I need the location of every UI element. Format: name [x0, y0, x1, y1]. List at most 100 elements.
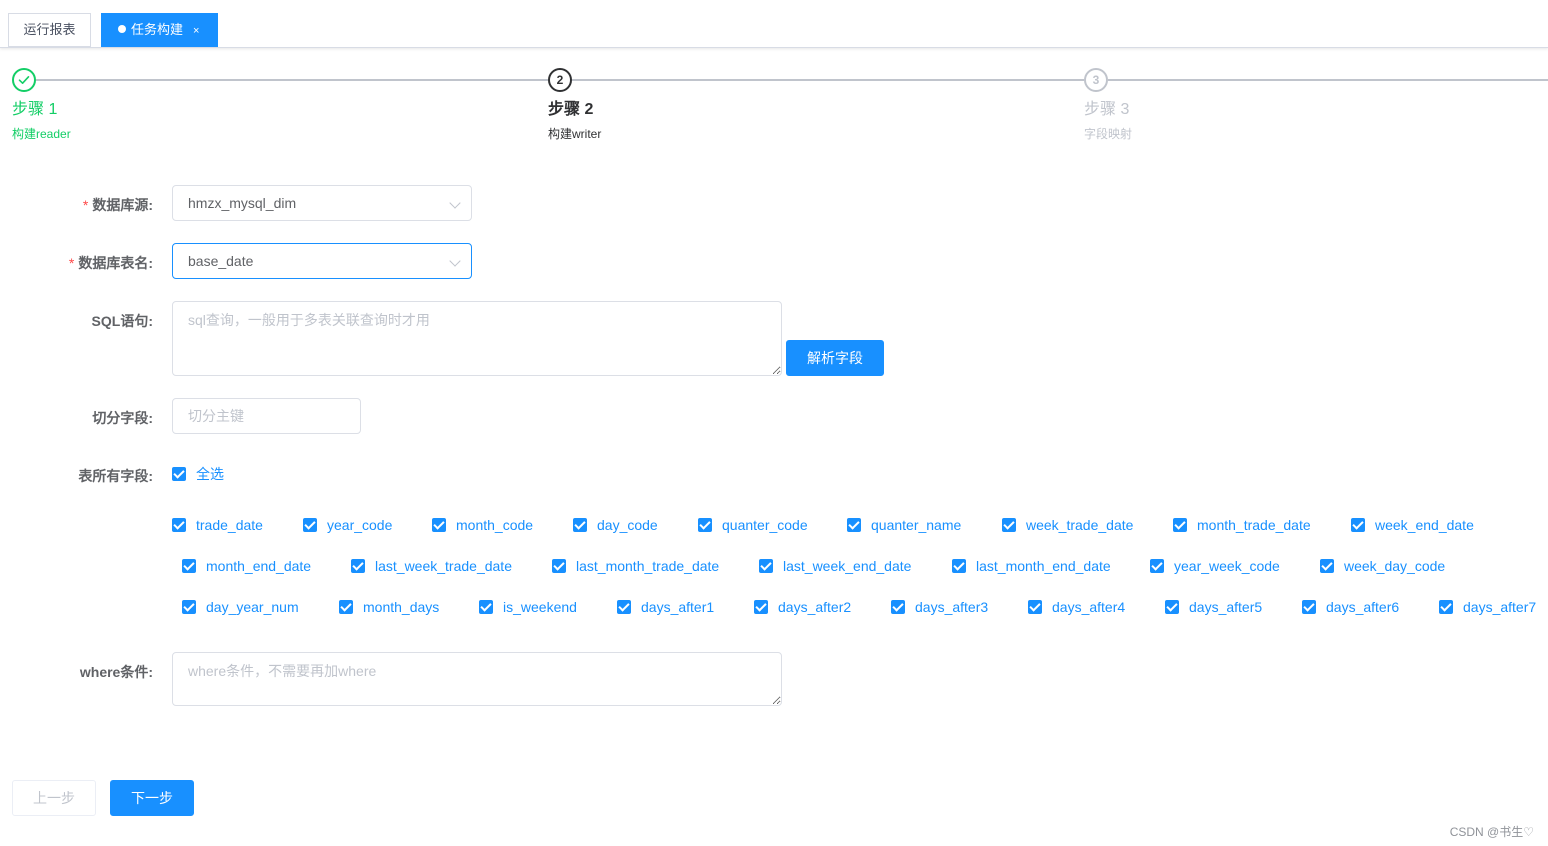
- column-checkbox[interactable]: days_after6: [1302, 599, 1399, 615]
- checkbox-checked-icon: [432, 518, 446, 532]
- parse-fields-button[interactable]: 解析字段: [786, 340, 884, 376]
- table-label: * 数据库表名:: [68, 255, 153, 271]
- checkbox-checked-icon: [1028, 600, 1042, 614]
- checkbox-checked-icon: [182, 600, 196, 614]
- checkbox-label: 全选: [196, 466, 224, 482]
- table-value: base_date: [188, 253, 254, 269]
- checkbox-checked-icon: [1439, 600, 1453, 614]
- column-checkbox[interactable]: day_year_num: [182, 599, 299, 615]
- step-connector: [36, 79, 548, 81]
- checkbox-label: days_after6: [1326, 599, 1400, 615]
- checkbox-label: is_weekend: [503, 599, 577, 615]
- checkbox-checked-icon: [573, 518, 587, 532]
- checkbox-label: trade_date: [196, 517, 263, 533]
- column-checkbox[interactable]: last_week_trade_date: [351, 558, 512, 574]
- tab-bar: 运行报表 任务构建 ×: [0, 0, 1548, 48]
- column-checkbox[interactable]: days_after3: [891, 599, 988, 615]
- column-checkbox[interactable]: days_after7: [1439, 599, 1536, 615]
- checkbox-label: week_day_code: [1344, 558, 1446, 574]
- checkbox-label: day_code: [597, 517, 658, 533]
- close-icon[interactable]: ×: [193, 15, 199, 47]
- column-checkbox[interactable]: days_after5: [1165, 599, 1262, 615]
- checkbox-checked-icon: [339, 600, 353, 614]
- column-checkbox[interactable]: month_trade_date: [1173, 517, 1311, 533]
- select-all-checkbox[interactable]: 全选: [172, 466, 224, 482]
- checkbox-checked-icon: [952, 559, 966, 573]
- chevron-down-icon: [449, 255, 461, 267]
- checkbox-label: last_week_trade_date: [375, 558, 512, 574]
- column-checkbox[interactable]: last_week_end_date: [759, 558, 911, 574]
- checkbox-checked-icon: [351, 559, 365, 573]
- checkbox-label: day_year_num: [206, 599, 299, 615]
- next-step-button[interactable]: 下一步: [110, 780, 194, 816]
- checkbox-checked-icon: [847, 518, 861, 532]
- column-checkbox[interactable]: days_after1: [617, 599, 714, 615]
- check-icon: [12, 68, 36, 92]
- column-checkbox[interactable]: year_code: [303, 517, 392, 533]
- step-number: 3: [1084, 68, 1108, 92]
- required-mark: *: [82, 197, 89, 213]
- checkbox-label: days_after4: [1052, 599, 1126, 615]
- column-checkbox[interactable]: days_after2: [754, 599, 851, 615]
- column-checkbox[interactable]: quanter_name: [847, 517, 961, 533]
- where-textarea[interactable]: [172, 652, 782, 706]
- column-checkbox[interactable]: week_trade_date: [1002, 517, 1133, 533]
- column-checkbox[interactable]: month_code: [432, 517, 533, 533]
- column-checkbox[interactable]: year_week_code: [1150, 558, 1280, 574]
- steps: 步骤 1 构建reader 2 步骤 2 构建writer 3 步骤 3 字段映…: [0, 66, 1548, 156]
- checkbox-label: week_trade_date: [1026, 517, 1134, 533]
- column-checkbox[interactable]: trade_date: [172, 517, 263, 533]
- datasource-label: * 数据库源:: [82, 197, 153, 213]
- column-checkbox[interactable]: is_weekend: [479, 599, 577, 615]
- checkbox-checked-icon: [182, 559, 196, 573]
- column-checkbox[interactable]: month_days: [339, 599, 439, 615]
- step-title: 步骤 2: [548, 101, 594, 118]
- tab-task-build[interactable]: 任务构建 ×: [101, 13, 218, 47]
- checkbox-checked-icon: [891, 600, 905, 614]
- watermark: CSDN @书生♡: [1449, 825, 1534, 839]
- column-checkbox[interactable]: week_end_date: [1351, 517, 1474, 533]
- checkbox-checked-icon: [698, 518, 712, 532]
- checkbox-checked-icon: [1320, 559, 1334, 573]
- checkbox-checked-icon: [303, 518, 317, 532]
- checkbox-checked-icon: [1150, 559, 1164, 573]
- split-label: 切分字段:: [92, 410, 153, 426]
- checkbox-label: days_after2: [778, 599, 852, 615]
- chevron-down-icon: [449, 197, 461, 209]
- step-connector: [572, 79, 1084, 81]
- fields-label: 表所有字段:: [78, 468, 153, 484]
- checkbox-checked-icon: [479, 600, 493, 614]
- prev-step-button[interactable]: 上一步: [12, 780, 96, 816]
- step-connector: [1108, 79, 1548, 81]
- checkbox-label: quanter_name: [871, 517, 962, 533]
- checkbox-label: year_week_code: [1174, 558, 1280, 574]
- checkbox-checked-icon: [1165, 600, 1179, 614]
- checkbox-label: last_week_end_date: [783, 558, 912, 574]
- checkbox-label: year_code: [327, 517, 393, 533]
- checkbox-label: days_after1: [641, 599, 715, 615]
- column-checkbox[interactable]: last_month_end_date: [952, 558, 1111, 574]
- datasource-select[interactable]: hmzx_mysql_dim: [172, 185, 472, 221]
- checkbox-label: last_month_trade_date: [576, 558, 720, 574]
- required-mark: *: [68, 255, 75, 271]
- checkbox-label: month_trade_date: [1197, 517, 1311, 533]
- step-title: 步骤 3: [1084, 101, 1130, 118]
- checkbox-label: days_after3: [915, 599, 989, 615]
- split-input[interactable]: [172, 398, 361, 434]
- column-checkbox[interactable]: days_after4: [1028, 599, 1125, 615]
- checkbox-label: days_after7: [1463, 599, 1537, 615]
- column-checkbox[interactable]: day_code: [573, 517, 658, 533]
- datasource-value: hmzx_mysql_dim: [188, 195, 297, 211]
- tab-run-report[interactable]: 运行报表: [8, 13, 91, 47]
- sql-label: SQL语句:: [91, 313, 153, 329]
- column-checkbox[interactable]: quanter_code: [698, 517, 808, 533]
- checkbox-checked-icon: [759, 559, 773, 573]
- table-select[interactable]: base_date: [172, 243, 472, 279]
- checkbox-checked-icon: [172, 467, 186, 481]
- checkbox-label: days_after5: [1189, 599, 1263, 615]
- column-checkbox[interactable]: last_month_trade_date: [552, 558, 719, 574]
- column-checkbox[interactable]: month_end_date: [182, 558, 311, 574]
- column-checkbox[interactable]: week_day_code: [1320, 558, 1445, 574]
- step-number: 2: [548, 68, 572, 92]
- sql-textarea[interactable]: [172, 301, 782, 376]
